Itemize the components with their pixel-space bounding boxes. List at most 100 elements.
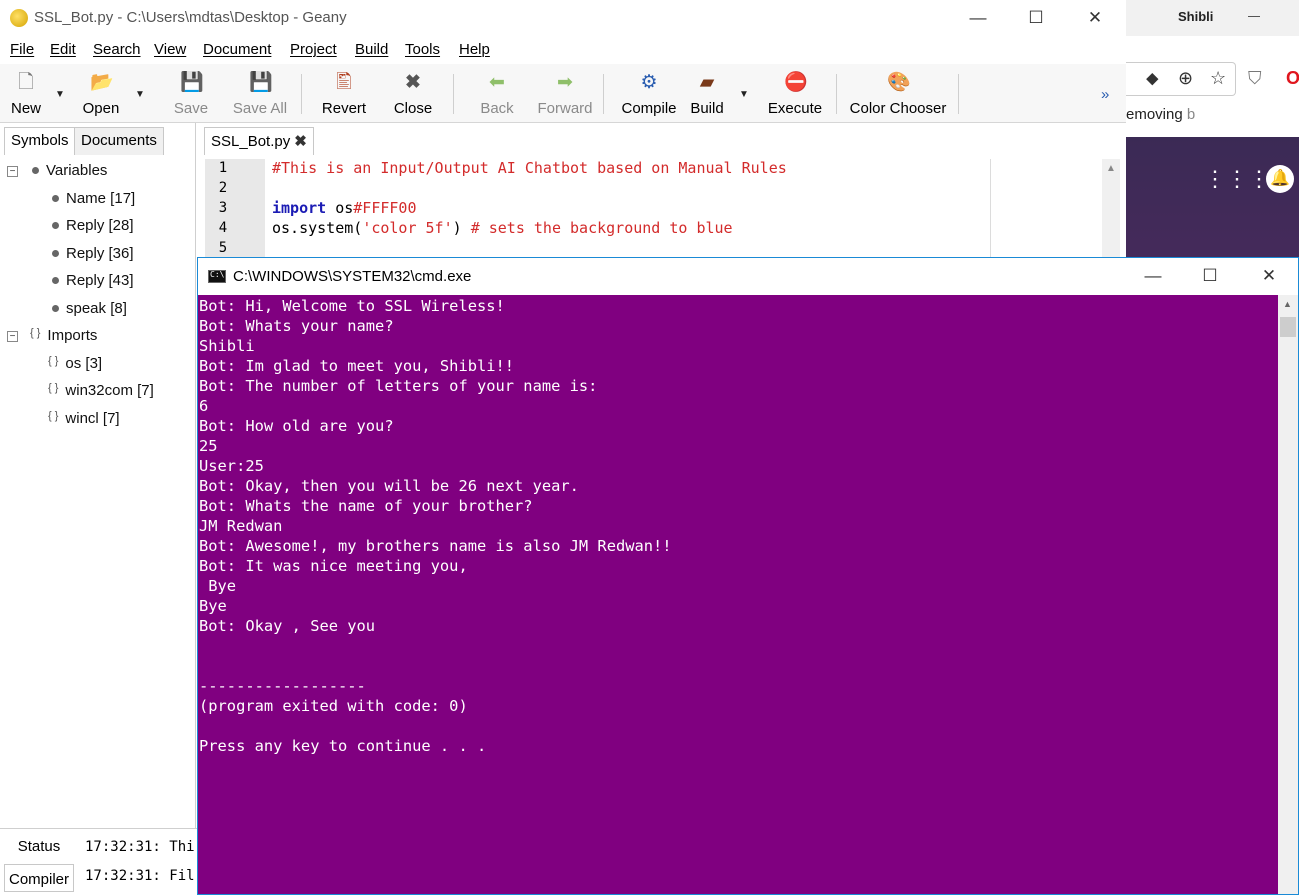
new-button[interactable]: 🗋 New — [6, 68, 46, 120]
maximize-button[interactable]: ☐ — [1013, 3, 1059, 33]
cmd-close-button[interactable]: ✕ — [1246, 261, 1292, 291]
forward-arrow-icon: ➡ — [557, 72, 573, 93]
line-number: 1 — [218, 160, 228, 176]
tree-item-variable[interactable]: speak [8] — [52, 300, 127, 317]
menu-file[interactable]: File — [10, 41, 34, 58]
build-dropdown-arrow[interactable]: ▼ — [739, 89, 749, 100]
save-all-button[interactable]: 💾 Save All — [232, 68, 288, 120]
shield-icon[interactable]: ⛉ — [1248, 68, 1262, 89]
tree-item-variable[interactable]: Reply [28] — [52, 217, 134, 234]
compile-button[interactable]: ⚙ Compile — [619, 68, 679, 120]
open-dropdown-arrow[interactable]: ▼ — [135, 89, 145, 100]
close-button[interactable]: ✕ — [1072, 3, 1118, 33]
save-button[interactable]: 💾 Save — [170, 68, 212, 120]
cmd-titlebar: C:\WINDOWS\SYSTEM32\cmd.exe — ☐ ✕ — [198, 258, 1298, 295]
toolbar-separator — [301, 74, 302, 114]
scroll-up-icon[interactable]: ▲ — [1283, 299, 1292, 309]
opera-icon[interactable]: O — [1286, 68, 1299, 89]
editor-tab-ssl-bot[interactable]: SSL_Bot.py ✖ — [204, 127, 314, 155]
code-line-4[interactable]: os.system('color 5f') # sets the backgro… — [272, 219, 733, 237]
tree-item-import[interactable]: { } win32com [7] — [48, 382, 154, 399]
bookmark-item-faded[interactable]: b — [1187, 106, 1195, 123]
line-number: 4 — [218, 220, 228, 236]
toolbar-overflow-button[interactable]: » — [1101, 86, 1109, 103]
scroll-up-icon[interactable]: ▲ — [1106, 163, 1116, 174]
editor-scrollbar[interactable]: ▲ — [1102, 159, 1120, 259]
zoom-icon[interactable]: ⊕ — [1178, 68, 1193, 89]
menu-bar: File Edit Search View Document Project B… — [0, 36, 1126, 64]
tab-symbols[interactable]: Symbols — [4, 127, 76, 155]
console-line: ------------------ — [199, 677, 366, 695]
console-line: Bye — [199, 597, 227, 615]
tree-item-import[interactable]: { } os [3] — [48, 355, 102, 372]
code-line-1[interactable]: #This is an Input/Output AI Chatbot base… — [272, 159, 787, 177]
back-button[interactable]: ⬅ Back — [476, 68, 518, 120]
tree-item-variable[interactable]: Reply [36] — [52, 245, 134, 262]
close-file-icon: ✖ — [405, 72, 421, 93]
console-scrollbar[interactable]: ▲ — [1278, 295, 1298, 894]
cmd-maximize-button[interactable]: ☐ — [1187, 261, 1233, 291]
console-output[interactable]: Bot: Hi, Welcome to SSL Wireless! Bot: Wh… — [198, 295, 1278, 894]
color-chooser-button[interactable]: 🎨 Color Chooser — [849, 68, 947, 120]
long-line-marker — [990, 159, 991, 259]
tree-item-variable[interactable]: Name [17] — [52, 190, 135, 207]
toolbar-separator — [958, 74, 959, 114]
tab-close-icon[interactable]: ✖ — [294, 133, 307, 150]
color-chooser-icon: 🎨 — [887, 72, 911, 93]
browser-profile-name[interactable]: Shibli — [1178, 9, 1213, 24]
build-button[interactable]: ▰ Build — [688, 68, 726, 120]
menu-document[interactable]: Document — [203, 41, 271, 58]
console-line: Bot: Awesome!, my brothers name is also … — [199, 537, 672, 555]
console-line: User:25 — [199, 457, 264, 475]
variable-icon — [52, 221, 59, 229]
tree-group-variables[interactable]: Variables — [32, 162, 107, 179]
import-icon: { } — [48, 355, 59, 367]
open-button[interactable]: 📂 Open — [80, 68, 122, 120]
bookmark-item[interactable]: emoving — [1126, 106, 1183, 123]
console-line: 6 — [199, 397, 209, 415]
menu-view[interactable]: View — [154, 41, 186, 58]
status-message: 17:32:31: Thi — [85, 839, 195, 855]
console-line: Bot: Whats your name? — [199, 317, 394, 335]
console-line: Shibli — [199, 337, 255, 355]
tree-item-variable[interactable]: Reply [43] — [52, 272, 134, 289]
browser-minimize-button[interactable] — [1244, 5, 1266, 27]
compiler-message: 17:32:31: Fil — [85, 868, 195, 884]
line-number: 2 — [218, 180, 228, 196]
bookmarks-bar: emoving b — [1126, 106, 1195, 123]
geany-titlebar: SSL_Bot.py - C:\Users\mdtas\Desktop - Ge… — [0, 0, 1126, 36]
line-number: 3 — [218, 200, 228, 216]
menu-project[interactable]: Project — [290, 41, 337, 58]
import-icon: { } — [30, 327, 41, 339]
minimize-button[interactable]: — — [955, 3, 1001, 33]
menu-build[interactable]: Build — [355, 41, 388, 58]
forward-button[interactable]: ➡ Forward — [536, 68, 594, 120]
toolbar: 🗋 New ▼ 📂 Open ▼ 💾 Save 💾 Save All 🖺 Rev… — [0, 64, 1126, 123]
collapse-imports-icon[interactable]: − — [7, 331, 18, 342]
scrollbar-thumb[interactable] — [1280, 317, 1296, 337]
new-dropdown-arrow[interactable]: ▼ — [55, 89, 65, 100]
close-file-button[interactable]: ✖ Close — [392, 68, 434, 120]
tree-group-imports[interactable]: { } Imports — [30, 327, 97, 344]
execute-button[interactable]: ⛔ Execute — [767, 68, 823, 120]
toolbar-separator — [603, 74, 604, 114]
menu-search[interactable]: Search — [93, 41, 141, 58]
code-line-3[interactable]: import os#FFFF00 — [272, 199, 417, 217]
console-line: Press any key to continue . . . — [199, 737, 487, 755]
star-icon[interactable]: ☆ — [1210, 68, 1226, 89]
tab-compiler[interactable]: Compiler — [4, 864, 74, 892]
revert-button[interactable]: 🖺 Revert — [320, 68, 368, 120]
extension-icon[interactable]: ⬥ — [1146, 68, 1159, 89]
tab-documents[interactable]: Documents — [74, 127, 164, 155]
console-line: JM Redwan — [199, 517, 283, 535]
collapse-variables-icon[interactable]: − — [7, 166, 18, 177]
tree-item-import[interactable]: { } wincl [7] — [48, 410, 120, 427]
menu-tools[interactable]: Tools — [405, 41, 440, 58]
bell-icon[interactable]: 🔔 — [1266, 165, 1294, 193]
console-line: Bot: Okay, then you will be 26 next year… — [199, 477, 579, 495]
menu-edit[interactable]: Edit — [50, 41, 76, 58]
tab-status[interactable]: Status — [4, 832, 74, 860]
menu-help[interactable]: Help — [459, 41, 490, 58]
cmd-minimize-button[interactable]: — — [1130, 261, 1176, 291]
apps-grid-icon[interactable]: ⋮⋮⋮ — [1204, 167, 1270, 191]
